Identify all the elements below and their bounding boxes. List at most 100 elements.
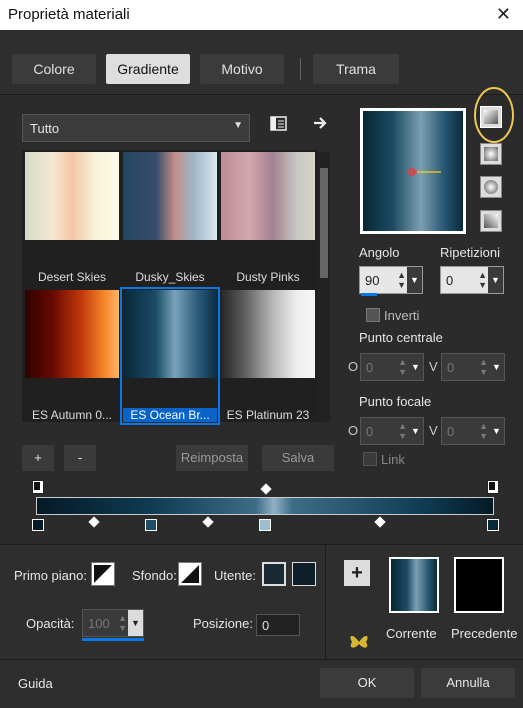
opacity-stop-start[interactable]	[32, 480, 44, 494]
spin-arrows-icon[interactable]: ▲ ▼	[478, 270, 487, 290]
chevron-down-icon[interactable]: ▼	[488, 267, 503, 293]
position-label: Posizione:	[193, 616, 253, 631]
swatch-label: Desert Skies	[37, 270, 107, 284]
repeats-label: Ripetizioni	[440, 245, 500, 260]
focal-v-label: V	[429, 423, 438, 438]
tab-gradiente[interactable]: Gradiente	[106, 54, 190, 84]
help-link[interactable]: Guida	[18, 676, 53, 691]
divider	[325, 545, 326, 660]
focal-o-value: 0	[366, 424, 374, 439]
background-swatch[interactable]	[178, 562, 202, 586]
swatch-label: ES Platinum 23	[226, 408, 310, 422]
color-stop[interactable]	[145, 519, 157, 531]
swatch-es-autumn[interactable]	[25, 290, 119, 378]
link-label: Link	[381, 452, 405, 467]
gradient-preview[interactable]	[360, 108, 466, 234]
sunburst-style-icon[interactable]	[480, 210, 502, 232]
tab-motivo[interactable]: Motivo	[200, 54, 284, 84]
selection-outline	[120, 287, 220, 425]
add-swatch-button[interactable]: +	[344, 560, 370, 586]
tab-separator	[300, 58, 301, 80]
add-gradient-button[interactable]: +	[22, 445, 54, 471]
position-field[interactable]: 0	[256, 614, 300, 636]
swatch-label: Dusty Pinks	[236, 270, 300, 284]
tab-colore[interactable]: Colore	[12, 54, 96, 84]
chevron-down-icon[interactable]: ▼	[128, 610, 143, 636]
gradient-library-grid: Desert Skies Dusky_Skies Dusty Pinks ES …	[22, 150, 318, 425]
remove-gradient-button[interactable]: -	[64, 445, 96, 471]
butterfly-icon	[350, 635, 368, 648]
arrow-right-icon[interactable]	[312, 115, 328, 136]
swatch-dusty-pinks[interactable]	[221, 152, 315, 240]
invert-label: Inverti	[384, 308, 420, 323]
color-stop[interactable]	[259, 519, 271, 531]
spin-arrows-icon[interactable]: ▲ ▼	[479, 421, 488, 441]
swatch-desert-skies[interactable]	[25, 152, 119, 240]
spin-arrows-icon[interactable]: ▲ ▼	[397, 270, 406, 290]
color-midpoint[interactable]	[202, 516, 214, 528]
foreground-swatch[interactable]	[91, 562, 115, 586]
center-v-spinbox[interactable]: 0 ▲ ▼ ▼	[441, 353, 505, 381]
scrollbar-thumb[interactable]	[320, 168, 328, 278]
repeats-value: 0	[446, 273, 454, 288]
chevron-down-icon: ▼	[233, 120, 243, 131]
opacity-midpoint[interactable]	[260, 483, 272, 495]
current-swatch[interactable]	[389, 557, 439, 613]
focal-o-spinbox[interactable]: 0 ▲ ▼ ▼	[360, 417, 424, 445]
invert-checkbox[interactable]	[366, 308, 380, 322]
chevron-down-icon[interactable]: ▼	[408, 354, 423, 380]
color-midpoint[interactable]	[374, 516, 386, 528]
chevron-down-icon[interactable]: ▼	[489, 418, 504, 444]
close-icon[interactable]: ✕	[496, 4, 511, 25]
swatch-label-selected: ES Ocean Br...	[123, 408, 217, 422]
previous-label: Precedente	[451, 626, 518, 641]
color-stop[interactable]	[32, 519, 44, 531]
spin-arrows-icon[interactable]: ▲ ▼	[398, 421, 407, 441]
radial-style-icon[interactable]	[480, 176, 502, 198]
spin-arrows-icon[interactable]: ▲ ▼	[479, 357, 488, 377]
library-scrollbar[interactable]	[318, 152, 330, 422]
spin-arrows-icon[interactable]: ▲ ▼	[398, 357, 407, 377]
link-checkbox[interactable]	[363, 452, 377, 466]
opacity-spinbox[interactable]: 100 ▲ ▼ ▼	[82, 609, 144, 637]
swatch-label: Dusky_Skies	[135, 270, 205, 284]
category-dropdown[interactable]: Tutto ▼	[22, 114, 250, 142]
spin-arrows-icon[interactable]: ▲ ▼	[118, 613, 127, 633]
angle-label: Angolo	[359, 245, 400, 260]
cancel-button[interactable]: Annulla	[421, 668, 515, 698]
focal-v-spinbox[interactable]: 0 ▲ ▼ ▼	[441, 417, 505, 445]
chevron-down-icon[interactable]: ▼	[489, 354, 504, 380]
previous-swatch[interactable]	[454, 557, 504, 613]
color-stop[interactable]	[487, 519, 499, 531]
rectangular-style-icon[interactable]	[480, 143, 502, 165]
reset-button[interactable]: Reimposta	[176, 445, 248, 471]
center-v-label: V	[429, 359, 438, 374]
swatch-dusky-skies[interactable]	[123, 152, 217, 240]
save-button[interactable]: Salva	[262, 445, 334, 471]
category-value: Tutto	[30, 121, 60, 136]
repeats-spinbox[interactable]: 0 ▲ ▼ ▼	[440, 266, 504, 294]
opacity-value: 100	[88, 616, 110, 631]
window-title: Proprietà materiali	[8, 6, 130, 23]
background-label: Sfondo:	[132, 568, 177, 583]
chevron-down-icon[interactable]: ▼	[407, 267, 422, 293]
tab-trama[interactable]: Trama	[313, 54, 399, 84]
user-swatch-2[interactable]	[292, 562, 316, 586]
swatch-label: ES Autumn 0...	[31, 408, 113, 422]
angle-spinbox[interactable]: 90 ▲ ▼ ▼	[359, 266, 423, 294]
swatch-es-platinum[interactable]	[221, 290, 315, 378]
chevron-down-icon[interactable]: ▼	[408, 418, 423, 444]
center-v-value: 0	[447, 360, 455, 375]
opacity-slider-indicator	[82, 638, 144, 641]
opacity-label: Opacità:	[26, 616, 75, 631]
gradient-bar[interactable]	[36, 497, 494, 515]
highlight-ring	[474, 87, 514, 143]
angle-value: 90	[365, 273, 380, 288]
user-swatch-1[interactable]	[262, 562, 286, 586]
ok-button[interactable]: OK	[320, 668, 414, 698]
new-folder-icon[interactable]	[270, 116, 288, 137]
opacity-stop-end[interactable]	[487, 480, 499, 494]
center-o-spinbox[interactable]: 0 ▲ ▼ ▼	[360, 353, 424, 381]
crosshair-icon	[407, 168, 441, 176]
color-midpoint[interactable]	[88, 516, 100, 528]
